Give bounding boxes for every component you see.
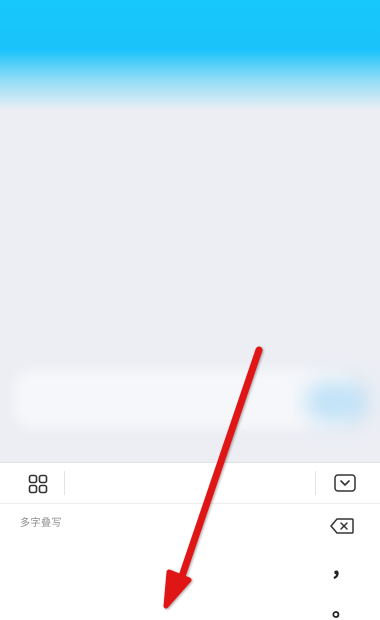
- comma-key[interactable]: ，: [330, 555, 354, 583]
- toolbar-divider-left: [64, 471, 65, 495]
- keyboard-toolbar: [0, 463, 380, 504]
- blurred-input-row: [14, 370, 354, 428]
- handwriting-mode-label: 多字叠写: [20, 518, 62, 529]
- blurred-send-button: [305, 382, 367, 422]
- grid-icon[interactable]: [24, 470, 52, 498]
- backspace-icon[interactable]: [328, 515, 356, 537]
- chevron-down-icon[interactable]: [331, 469, 359, 497]
- phone-screen: 多字叠写 ， 。: [0, 0, 380, 620]
- period-key[interactable]: 。: [330, 598, 354, 620]
- toolbar-divider-right: [315, 471, 316, 495]
- app-header-bar: [0, 0, 380, 110]
- handwriting-keyboard: 多字叠写 ， 。: [0, 462, 380, 620]
